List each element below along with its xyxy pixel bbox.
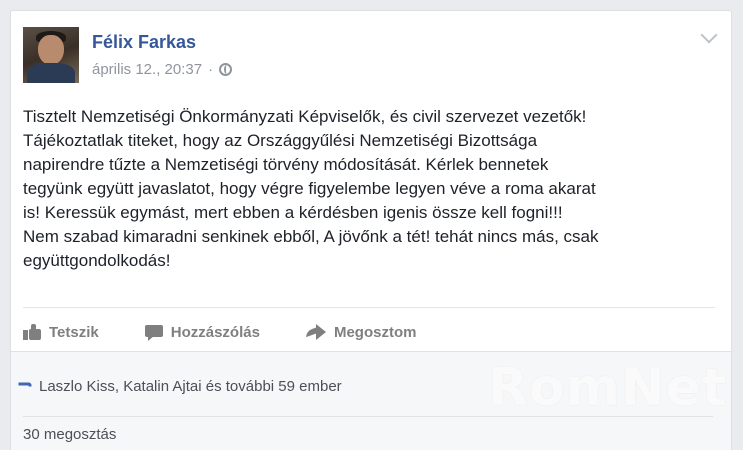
avatar-face (38, 35, 64, 65)
share-label: Megosztom (333, 323, 417, 341)
share-button[interactable]: Megosztom (305, 323, 417, 341)
post-actions: Tetszik Hozzászólás Megosztom (23, 317, 713, 347)
comment-label: Hozzászólás (170, 323, 260, 341)
shares-count[interactable]: 30 megosztás (23, 426, 116, 443)
post-header: Félix Farkas április 12., 20:37 · (23, 27, 713, 85)
avatar-body (27, 63, 75, 83)
actions-divider-top (23, 307, 715, 308)
author-name[interactable]: Félix Farkas (92, 32, 196, 53)
globe-icon[interactable] (219, 63, 233, 76)
share-arrow-icon (305, 324, 326, 340)
like-count-icon (18, 382, 32, 387)
comment-button[interactable]: Hozzászólás (144, 323, 260, 341)
thumbs-up-icon (23, 324, 41, 340)
post-timestamp[interactable]: április 12., 20:37 (92, 61, 202, 78)
reactions-summary[interactable]: Laszlo Kiss, Katalin Ajtai és további 59… (18, 378, 342, 395)
reactions-text[interactable]: Laszlo Kiss, Katalin Ajtai és további 59… (39, 378, 342, 395)
post-meta: április 12., 20:37 · (92, 61, 233, 78)
like-button[interactable]: Tetszik (23, 324, 99, 341)
watermark-logo: RomNet (488, 358, 728, 418)
avatar[interactable] (23, 27, 79, 83)
post-text: Tisztelt Nemzetiségi Önkormányzati Képvi… (23, 107, 599, 270)
meta-separator: · (208, 61, 214, 78)
comment-icon (144, 324, 163, 341)
like-label: Tetszik (49, 323, 99, 341)
